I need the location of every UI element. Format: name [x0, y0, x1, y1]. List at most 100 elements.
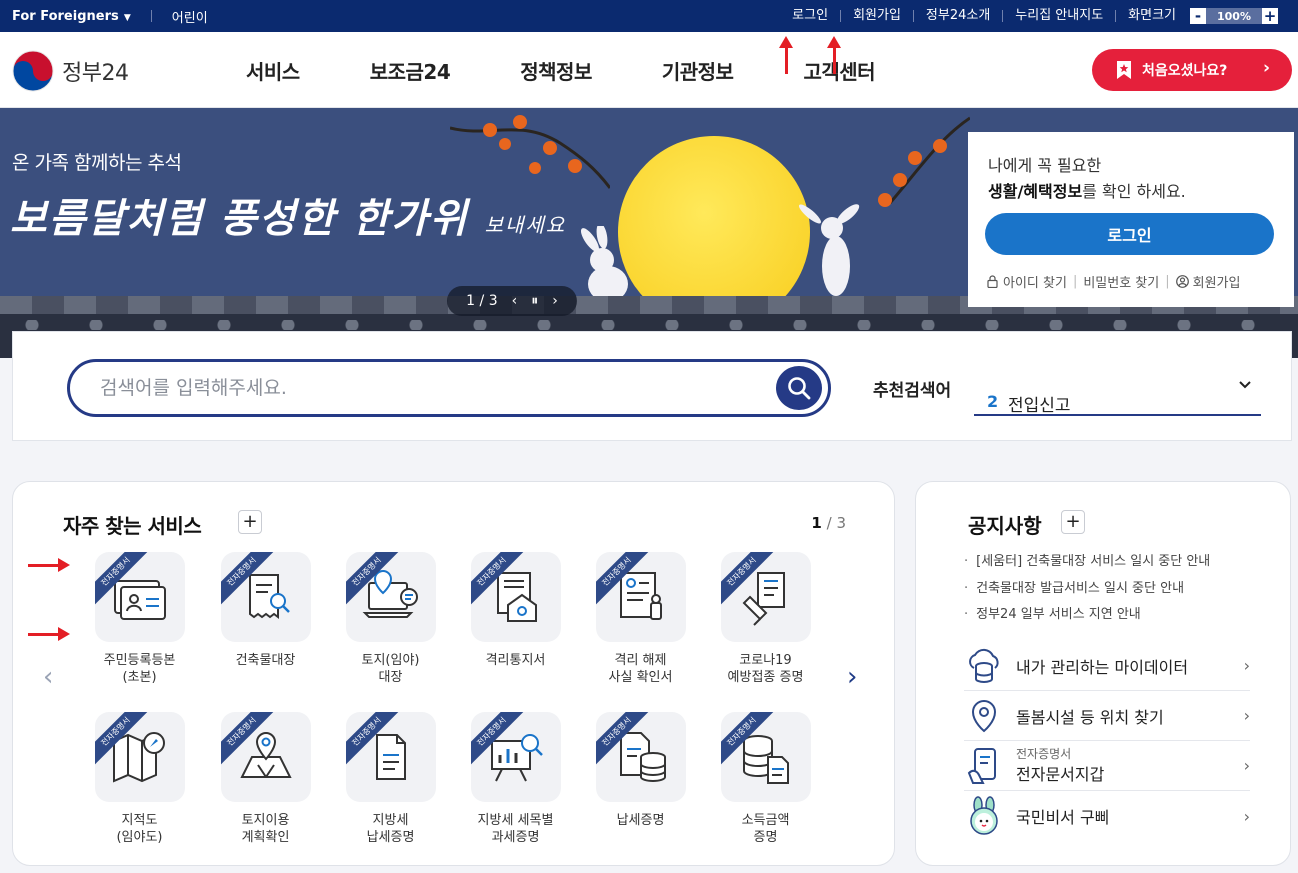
hero-next-icon[interactable]: › — [552, 293, 558, 309]
quick-link-mydata[interactable]: 내가 관리하는 마이데이터 › — [964, 641, 1250, 691]
login-card: 나에게 꼭 필요한 생활/혜택정보를 확인 하세요. 로그인 아이디 찾기 | … — [968, 132, 1294, 307]
service-building-register[interactable]: 전자증명서 건축물대장 — [203, 552, 328, 669]
service-label: 토지이용 계획확인 — [241, 813, 290, 845]
hero-eyebrow: 온 가족 함께하는 추석 — [12, 152, 182, 174]
favorite-services-panel: 자주 찾는 서비스 + 1 / 3 ‹ › 전자증명서 주민등록등본 (초본) … — [12, 481, 895, 866]
search-panel: 추천검색어 2 전입신고 — [12, 331, 1292, 441]
quick-link-icon-wrap — [964, 696, 1004, 736]
service-tile: 전자증명서 — [345, 712, 436, 802]
quick-link-care-facilities[interactable]: 돌봄시설 등 위치 찾기 › — [964, 691, 1250, 741]
user-icon — [1175, 275, 1189, 288]
recommended-keyword[interactable]: 전입신고 — [1008, 391, 1071, 416]
page-total: / 3 — [821, 514, 846, 532]
chevron-right-icon: › — [1243, 656, 1250, 675]
sitemap-link[interactable]: 누리집 안내지도 — [1003, 9, 1117, 22]
recommended-keywords-label: 추천검색어 — [873, 381, 952, 401]
gov24-logo[interactable]: 정부24 — [12, 50, 129, 92]
service-tile: 전자증명서 — [595, 552, 686, 642]
service-land-register[interactable]: 전자증명서 토지(임야) 대장 — [328, 552, 453, 686]
nav-agency-info[interactable]: 기관정보 — [662, 56, 734, 85]
service-tile: 전자증명서 — [720, 712, 811, 802]
notice-item[interactable]: 건축물대장 발급서비스 일시 중단 안내 — [964, 576, 1210, 603]
service-quarantine-release[interactable]: 전자증명서 격리 해제 사실 확인서 — [578, 552, 703, 686]
hero-pager: 1 / 3 ‹ ⏸ › — [447, 286, 577, 316]
find-password-link[interactable]: 비밀번호 찾기 — [1083, 272, 1159, 291]
service-label: 건축물대장 — [235, 653, 296, 668]
service-label: 납세증명 — [616, 813, 665, 828]
login-card-line1: 나에게 꼭 필요한 — [988, 156, 1102, 175]
zoom-out-button[interactable]: - — [1190, 8, 1206, 24]
recommended-keyword-select[interactable]: 2 전입신고 — [974, 381, 1261, 416]
chevron-right-icon: › — [1243, 706, 1250, 725]
service-tile: 전자증명서 — [595, 712, 686, 802]
caret-down-icon: ▼ — [120, 12, 131, 23]
service-local-tax-by-item[interactable]: 전자증명서 지방세 세목별 과세증명 — [453, 712, 578, 846]
quick-link-label: 국민비서 구삐 — [1016, 808, 1110, 827]
search-button[interactable] — [776, 366, 822, 410]
cloud-database-icon — [969, 648, 999, 683]
first-visit-button[interactable]: 처음오셨나요? › — [1092, 49, 1292, 91]
screen-size-label: 화면크기 — [1128, 8, 1176, 23]
service-resident-registration[interactable]: 전자증명서 주민등록등본 (초본) — [77, 552, 202, 686]
service-label: 격리통지서 — [485, 653, 546, 668]
hero-prev-icon[interactable]: ‹ — [512, 293, 518, 309]
quick-link-label-wrap: 전자증명서 전자문서지갑 — [1016, 747, 1244, 785]
service-tile: 전자증명서 — [720, 552, 811, 642]
service-land-use-plan[interactable]: 전자증명서 토지이용 계획확인 — [203, 712, 328, 846]
nav-services[interactable]: 서비스 — [246, 56, 300, 85]
top-signup-link[interactable]: 회원가입 — [841, 9, 914, 22]
notice-item[interactable]: [세움터] 건축물대장 서비스 일시 중단 안내 — [964, 549, 1210, 576]
notice-item[interactable]: 정부24 일부 서비스 지연 안내 — [964, 602, 1210, 629]
favorites-next-icon[interactable]: › — [847, 662, 857, 692]
quick-link-sublabel: 전자증명서 — [1016, 746, 1072, 761]
chevron-right-icon: › — [1243, 756, 1250, 775]
quick-link-gubbi[interactable]: 국민비서 구삐 › — [964, 791, 1250, 841]
service-tax-payment-cert[interactable]: 전자증명서 납세증명 — [578, 712, 703, 829]
rabbit-left-icon — [580, 226, 628, 302]
service-cadastral-map[interactable]: 전자증명서 지적도 (임야도) — [77, 712, 202, 846]
favorite-services-more-button[interactable]: + — [238, 510, 262, 534]
search-input[interactable] — [100, 372, 740, 404]
service-tile: 전자증명서 — [470, 712, 561, 802]
service-tile: 전자증명서 — [94, 552, 185, 642]
for-foreigners-dropdown[interactable]: For Foreigners ▼ — [12, 9, 131, 24]
notice-more-button[interactable]: + — [1061, 510, 1085, 534]
login-button[interactable]: 로그인 — [985, 213, 1274, 255]
top-right-links: 로그인 회원가입 정부24소개 누리집 안내지도 화면크기 - 100% + — [780, 0, 1278, 32]
service-label: 격리 해제 사실 확인서 — [608, 653, 673, 685]
service-label: 주민등록등본 (초본) — [103, 653, 176, 685]
kids-link[interactable]: 어린이 — [172, 7, 208, 26]
notice-title: 공지사항 — [968, 514, 1042, 538]
nav-policy-info[interactable]: 정책정보 — [520, 56, 592, 85]
chevron-down-icon[interactable] — [1237, 376, 1253, 392]
annotation-arrow-up — [779, 36, 793, 74]
service-income-cert[interactable]: 전자증명서 소득금액 증명 — [703, 712, 828, 846]
about-gov24-link[interactable]: 정부24소개 — [914, 9, 1004, 22]
signup-link[interactable]: 회원가입 — [1193, 272, 1241, 291]
quick-link-icon-wrap — [964, 646, 1004, 686]
divider — [150, 10, 152, 22]
location-pin-icon — [971, 699, 997, 732]
nav-subsidy24[interactable]: 보조금24 — [370, 56, 451, 85]
hero-headline: 보름달처럼 풍성한 한가위 보내세요 — [10, 186, 566, 244]
taegeuk-logo-icon — [12, 50, 54, 92]
service-label: 지방세 납세증명 — [366, 813, 415, 845]
find-id-link[interactable]: 아이디 찾기 — [1003, 272, 1067, 291]
quick-link-e-wallet[interactable]: 전자증명서 전자문서지갑 › — [964, 741, 1250, 791]
service-tile: 전자증명서 — [94, 712, 185, 802]
top-login-link[interactable]: 로그인 — [780, 9, 842, 22]
rabbit-right-icon — [798, 204, 860, 296]
zoom-in-button[interactable]: + — [1262, 8, 1278, 24]
annotation-arrow-right — [28, 558, 70, 572]
service-tile: 전자증명서 — [220, 552, 311, 642]
service-quarantine-notice[interactable]: 전자증명서 격리통지서 — [453, 552, 578, 669]
annotation-arrow-up — [827, 36, 841, 74]
service-local-tax-payment[interactable]: 전자증명서 지방세 납세증명 — [328, 712, 453, 846]
service-tile: 전자증명서 — [220, 712, 311, 802]
nav-customer-center[interactable]: 고객센터 — [803, 56, 875, 85]
hero-pause-icon[interactable]: ⏸ — [531, 293, 538, 309]
page-current: 1 — [811, 514, 822, 532]
favorites-prev-icon[interactable]: ‹ — [43, 662, 53, 692]
chevron-right-icon: › — [1262, 58, 1270, 78]
service-covid-vaccination[interactable]: 전자증명서 코로나19 예방접종 증명 — [703, 552, 828, 686]
